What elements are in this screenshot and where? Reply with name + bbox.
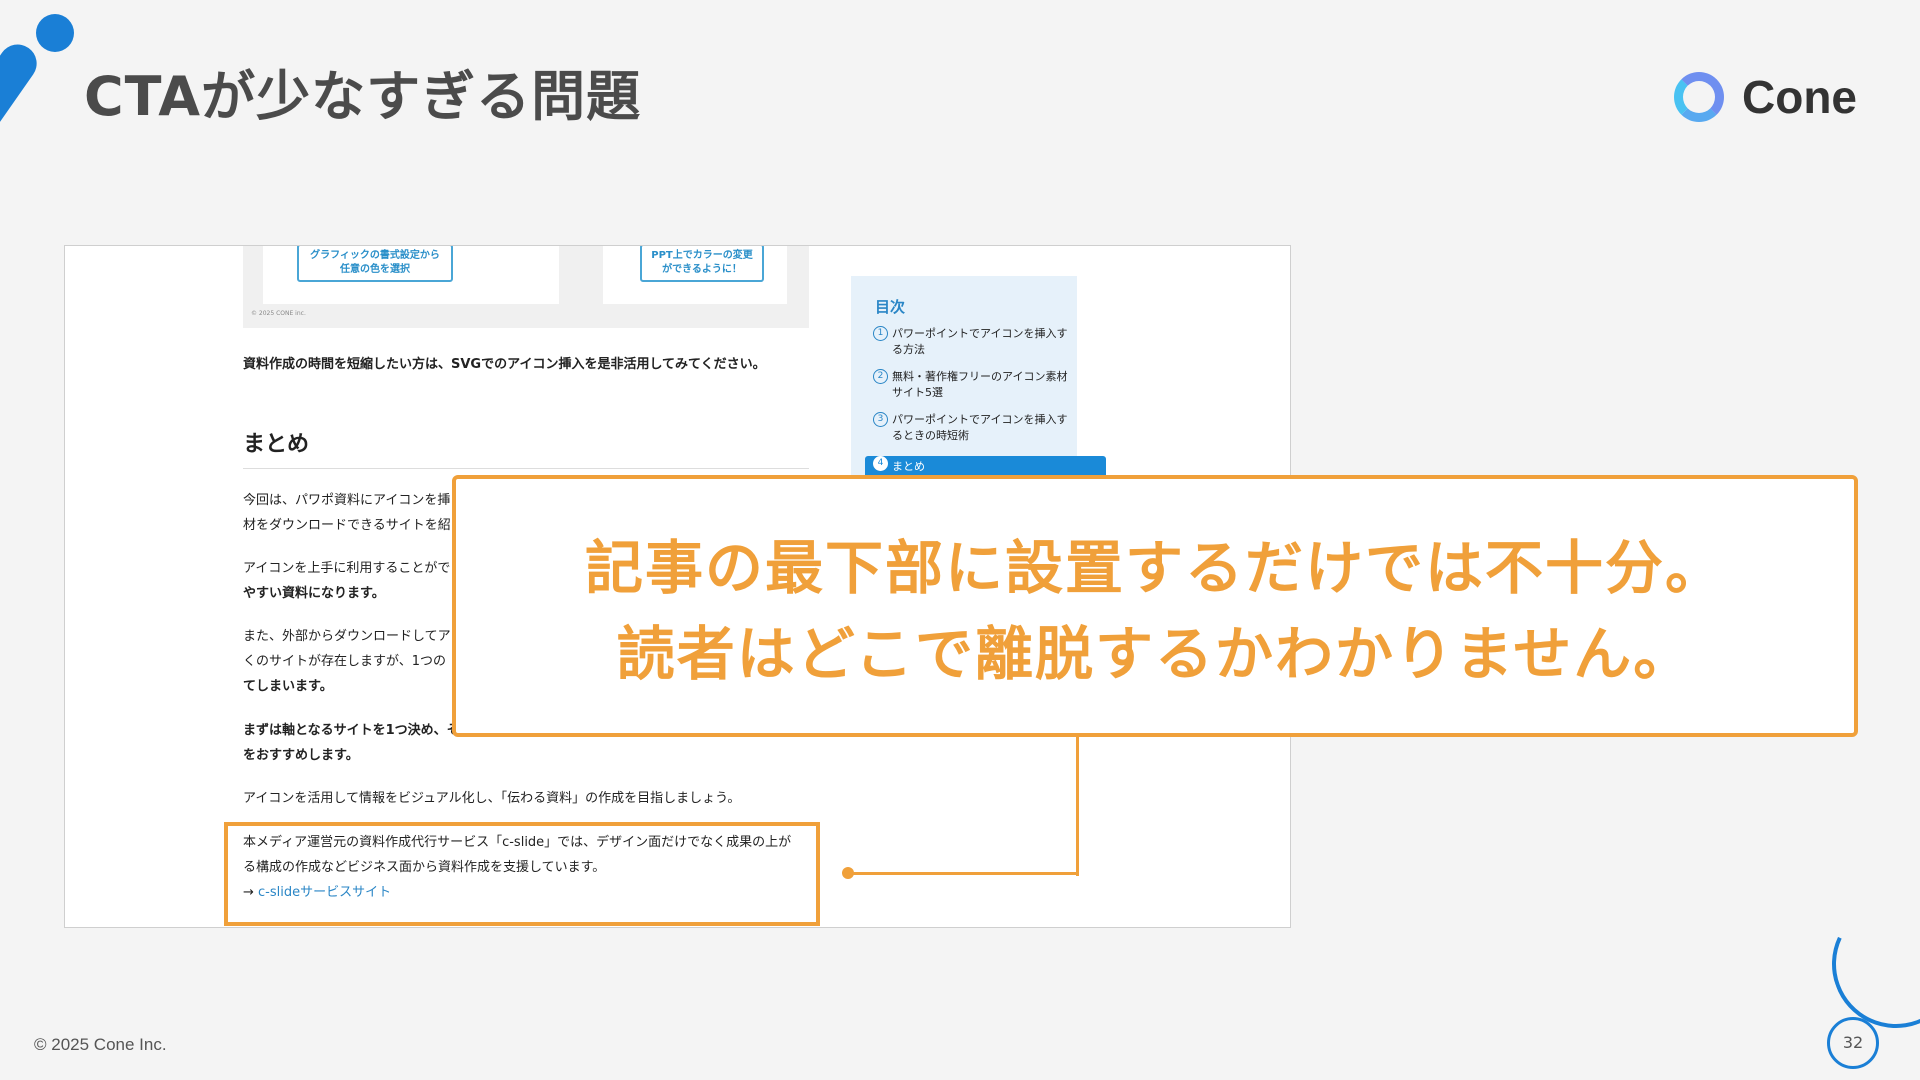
paragraph: まずは軸となるサイトを1つ決め、そ をおすすめします。 [243,718,460,768]
toc-number: 2 [873,369,888,384]
closing-line: アイコンを活用して情報をビジュアル化し、「伝わる資料」の作成を目指しましょう。 [243,791,741,806]
footer-copyright: © 2025 Cone Inc. [34,1035,167,1054]
toc-item-label: パワーポイントでアイコンを挿入す る方法 [892,327,1068,356]
logo-text: Cone [1742,71,1857,123]
image-callout: PPT上でカラーの変更 ができるように！ [640,246,764,282]
connector-line [1076,734,1079,876]
section-heading: まとめ [243,432,310,457]
paragraph-line: くのサイトが存在しますが、1つの [243,654,447,669]
paragraph: アイコンを上手に利用することがで やすい資料になります。 [243,556,450,606]
page-title: CTAが少なすぎる問題 [84,65,642,128]
toc-item-label: まとめ [892,460,925,473]
article-image: グラフィックの書式設定から 任意の色を選択 PPT上でカラーの変更 ができるよう… [243,246,809,328]
decorative-bar [0,37,45,149]
connector-line [848,872,1079,875]
paragraph-line: まずは軸となるサイトを1つ決め、そ [243,723,460,738]
image-copyright: © 2025 CONE inc. [251,310,306,317]
toc-item[interactable]: 1 パワーポイントでアイコンを挿入す る方法 [873,326,1073,358]
paragraph-line: 今回は、パワポ資料にアイコンを挿 [243,493,451,508]
paragraph: また、外部からダウンロードしてア くのサイトが存在しますが、1つの てしまいます… [243,624,451,699]
decorative-dot [36,14,74,52]
toc-item-label: パワーポイントでアイコンを挿入す るときの時短術 [892,413,1068,442]
toc-item[interactable]: 2 無料・著作権フリーのアイコン素材 サイト5選 [873,369,1073,401]
cone-logo-icon [1674,72,1724,122]
cta-highlight-box [224,822,820,926]
paragraph-line: てしまいます。 [243,679,333,694]
divider [243,468,809,469]
paragraph-line: 材をダウンロードできるサイトを紹 [243,518,451,533]
message-box: 記事の最下部に設置するだけでは不十分。 読者はどこで離脱するかわかりません。 [452,475,1858,737]
intro-line: 資料作成の時間を短縮したい方は、SVGでのアイコン挿入を是非活用してみてください… [243,357,766,372]
toc-number: 1 [873,326,888,341]
paragraph-line: をおすすめします。 [243,748,359,763]
toc-item-label: 無料・著作権フリーのアイコン素材 サイト5選 [892,370,1068,399]
paragraph-line: やすい資料になります。 [243,586,385,601]
message-line: 記事の最下部に設置するだけでは不十分。 [584,534,1725,602]
table-of-contents: 目次 1 パワーポイントでアイコンを挿入す る方法 2 無料・著作権フリーのアイコン… [851,276,1106,506]
toc-number: 4 [873,456,888,471]
toc-item[interactable]: 3 パワーポイントでアイコンを挿入す るときの時短術 [873,412,1073,444]
paragraph: 今回は、パワポ資料にアイコンを挿 材をダウンロードできるサイトを紹 [243,488,451,538]
paragraph-line: アイコンを上手に利用することがで [243,561,451,576]
paragraph-line: また、外部からダウンロードしてア [243,629,451,644]
connector-dot [842,867,854,879]
message-line: 読者はどこで離脱するかわかりません。 [616,620,1694,688]
image-callout: グラフィックの書式設定から 任意の色を選択 [297,246,453,282]
page-number: 32 [1827,1017,1879,1069]
toc-title: 目次 [875,298,906,316]
toc-number: 3 [873,412,888,427]
